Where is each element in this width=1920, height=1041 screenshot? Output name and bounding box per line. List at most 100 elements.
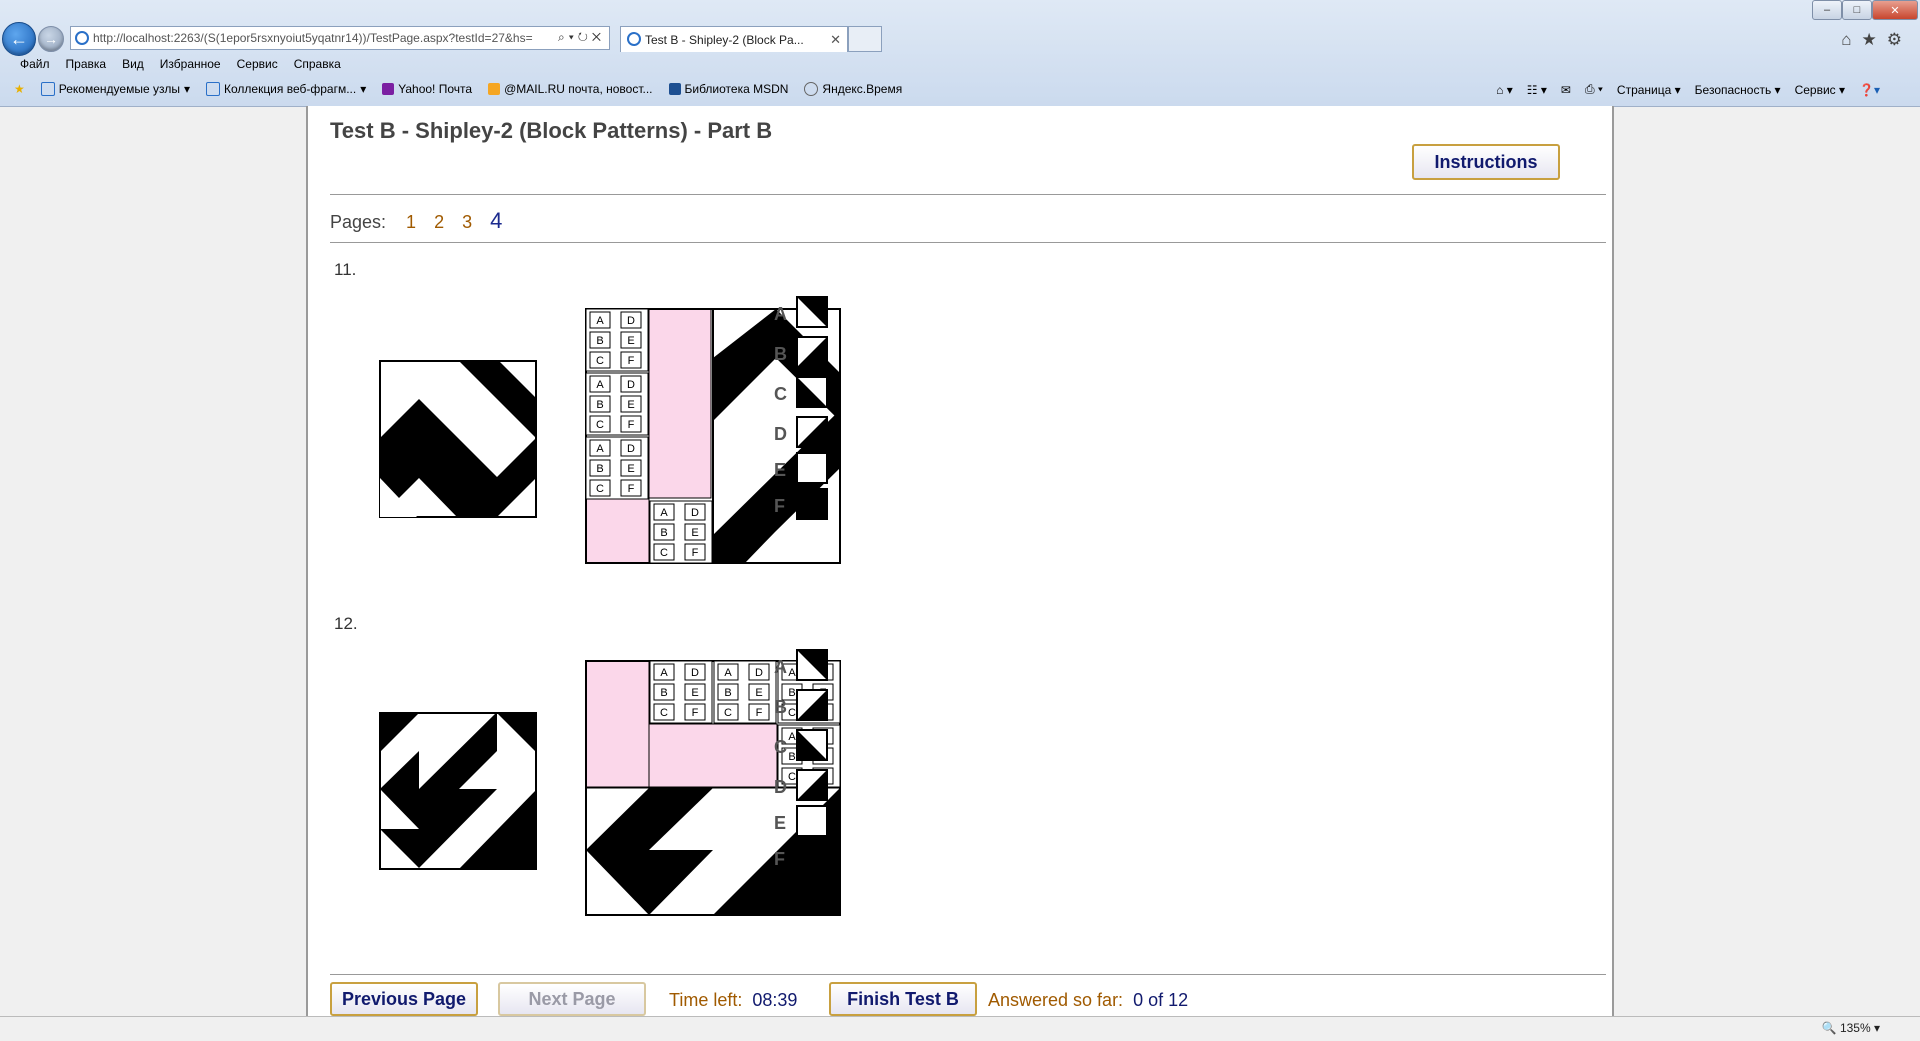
letter-box-label: F xyxy=(692,547,699,559)
option-label: B xyxy=(774,344,787,364)
menu-tools[interactable]: Сервис xyxy=(237,57,278,71)
tab-close-icon[interactable]: ✕ xyxy=(830,32,841,48)
test-page: Test B - Shipley-2 (Block Patterns) - Pa… xyxy=(306,106,1614,1016)
target-pattern-q12 xyxy=(379,712,537,870)
fav-item-mailru[interactable]: @MAIL.RU почта, новост... xyxy=(488,82,653,96)
option-label: F xyxy=(774,849,785,869)
forward-button[interactable]: → xyxy=(38,26,64,52)
zoom-level[interactable]: 🔍 135% ▾ xyxy=(1822,1021,1880,1035)
cmd-safety[interactable]: Безопасность ▾ xyxy=(1695,83,1781,97)
letter-box-label: E xyxy=(691,527,698,539)
letter-box-label: E xyxy=(627,399,634,411)
letter-box-label: A xyxy=(596,443,604,455)
letter-box-label: A xyxy=(596,379,604,391)
new-tab-button[interactable] xyxy=(848,26,882,52)
option-swatch-d[interactable] xyxy=(796,769,828,801)
option-swatch-e[interactable] xyxy=(796,452,828,484)
answer-cell-letters[interactable]: A D B E C F xyxy=(585,436,649,500)
back-arrow-icon: ← xyxy=(10,28,28,49)
address-tools-icons[interactable]: ⌕▾↻✕ xyxy=(558,30,605,45)
star-add-icon: ★ xyxy=(14,82,25,96)
option-swatch-f[interactable] xyxy=(796,488,828,520)
question-number: 11. xyxy=(334,260,357,279)
instructions-button[interactable]: Instructions xyxy=(1412,144,1560,180)
back-button[interactable]: ← xyxy=(2,22,36,56)
fav-item-yandex-time[interactable]: Яндекс.Время xyxy=(804,82,902,96)
answer-cell-letters[interactable]: A D B E C F xyxy=(585,372,649,436)
option-label: D xyxy=(774,424,787,444)
page-link-2[interactable]: 2 xyxy=(434,212,444,233)
feeds-icon[interactable]: ☷ ▾ xyxy=(1527,83,1547,97)
finish-test-button[interactable]: Finish Test B xyxy=(829,982,977,1016)
option-swatch-f[interactable] xyxy=(796,841,828,873)
target-pattern-q11 xyxy=(379,360,537,518)
option-swatch-c[interactable] xyxy=(796,376,828,408)
answered-count: Answered so far: 0 of 12 xyxy=(988,990,1188,1011)
letter-box-label: B xyxy=(596,463,603,475)
cmd-tools[interactable]: Сервис ▾ xyxy=(1795,83,1845,97)
ie-icon xyxy=(40,82,55,96)
letter-box-label: B xyxy=(724,687,731,699)
close-window-button[interactable]: ✕ xyxy=(1872,0,1918,20)
page-title: Test B - Shipley-2 (Block Patterns) - Pa… xyxy=(330,118,773,143)
pagination: Pages: 1 2 3 4 xyxy=(330,208,520,234)
minimize-button[interactable]: – xyxy=(1812,0,1842,20)
status-bar: 🔍 135% ▾ xyxy=(0,1016,1920,1041)
zoom-icon: 🔍 xyxy=(1821,1021,1837,1035)
page-link-1[interactable]: 1 xyxy=(406,212,416,233)
fav-item-suggested[interactable]: Рекомендуемые узлы ▾ xyxy=(40,82,190,96)
home-cmd-icon[interactable]: ⌂ ▾ xyxy=(1496,83,1513,97)
letter-box-label: D xyxy=(691,667,699,679)
menu-bar: Файл Правка Вид Избранное Сервис Справка xyxy=(20,57,341,71)
time-left-label: Time left: xyxy=(669,990,743,1010)
ie-page-icon xyxy=(75,31,89,45)
favorites-star-add[interactable]: ★ xyxy=(14,82,25,96)
option-swatch-c[interactable] xyxy=(796,729,828,761)
menu-favorites[interactable]: Избранное xyxy=(160,57,221,71)
fav-label: Рекомендуемые узлы xyxy=(58,82,180,96)
answer-cell-letters[interactable]: A D B E C F xyxy=(585,308,649,372)
menu-help[interactable]: Справка xyxy=(294,57,341,71)
option-swatch-a[interactable] xyxy=(796,649,828,681)
menu-file[interactable]: Файл xyxy=(20,57,50,71)
fav-item-yahoo[interactable]: Yahoo! Почта xyxy=(382,82,472,96)
option-label: E xyxy=(774,813,787,833)
print-icon[interactable]: ⎙ ▾ xyxy=(1585,82,1603,97)
answer-cell-letters[interactable]: A D B E C F xyxy=(713,660,777,724)
help-icon[interactable]: ❓▾ xyxy=(1859,83,1880,97)
ie-icon xyxy=(205,82,220,96)
next-page-button[interactable]: Next Page xyxy=(498,982,646,1016)
ie-tab-icon xyxy=(627,32,641,46)
option-swatch-a[interactable] xyxy=(796,296,828,328)
letter-box-label: A xyxy=(660,507,668,519)
favorites-star-icon[interactable]: ★ xyxy=(1862,30,1887,49)
option-swatch-d[interactable] xyxy=(796,416,828,448)
option-swatch-b[interactable] xyxy=(796,336,828,368)
mail-icon[interactable]: ✉ xyxy=(1561,83,1571,97)
maximize-button[interactable]: □ xyxy=(1842,0,1872,20)
home-icon[interactable]: ⌂ xyxy=(1841,30,1861,49)
menu-edit[interactable]: Правка xyxy=(66,57,107,71)
letter-box-label: F xyxy=(628,355,635,367)
previous-page-button[interactable]: Previous Page xyxy=(330,982,478,1016)
menu-view[interactable]: Вид xyxy=(122,57,144,71)
option-swatch-e[interactable] xyxy=(796,805,828,837)
browser-right-icons: ⌂★⚙ xyxy=(1841,30,1912,50)
cmd-page[interactable]: Страница ▾ xyxy=(1617,83,1681,97)
tools-gear-icon[interactable]: ⚙ xyxy=(1887,30,1912,49)
fav-item-webslices[interactable]: Коллекция веб-фрагм... ▾ xyxy=(205,82,366,96)
command-bar: ⌂ ▾ ☷ ▾ ✉ ⎙ ▾ Страница ▾ Безопасность ▾ … xyxy=(1496,82,1880,97)
fav-label: Коллекция веб-фрагм... xyxy=(223,82,357,96)
answer-cell-letters[interactable]: A D B E C F xyxy=(649,660,713,724)
option-swatch-b[interactable] xyxy=(796,689,828,721)
fav-item-msdn[interactable]: Библиотека MSDN xyxy=(668,82,788,96)
fav-label: @MAIL.RU почта, новост... xyxy=(504,82,653,96)
tab-active[interactable]: Test B - Shipley-2 (Block Pa... ✕ xyxy=(620,26,848,52)
letter-box-label: C xyxy=(596,355,604,367)
address-bar[interactable]: http://localhost:2263/(S(1epor5rsxnyoiut… xyxy=(70,26,610,50)
page-link-3[interactable]: 3 xyxy=(462,212,472,233)
cmd-label: Сервис xyxy=(1794,82,1836,97)
answer-cell-letters[interactable]: A D B E C F xyxy=(649,500,713,564)
letter-box-label: C xyxy=(788,707,796,719)
letter-box-label: E xyxy=(627,463,634,475)
